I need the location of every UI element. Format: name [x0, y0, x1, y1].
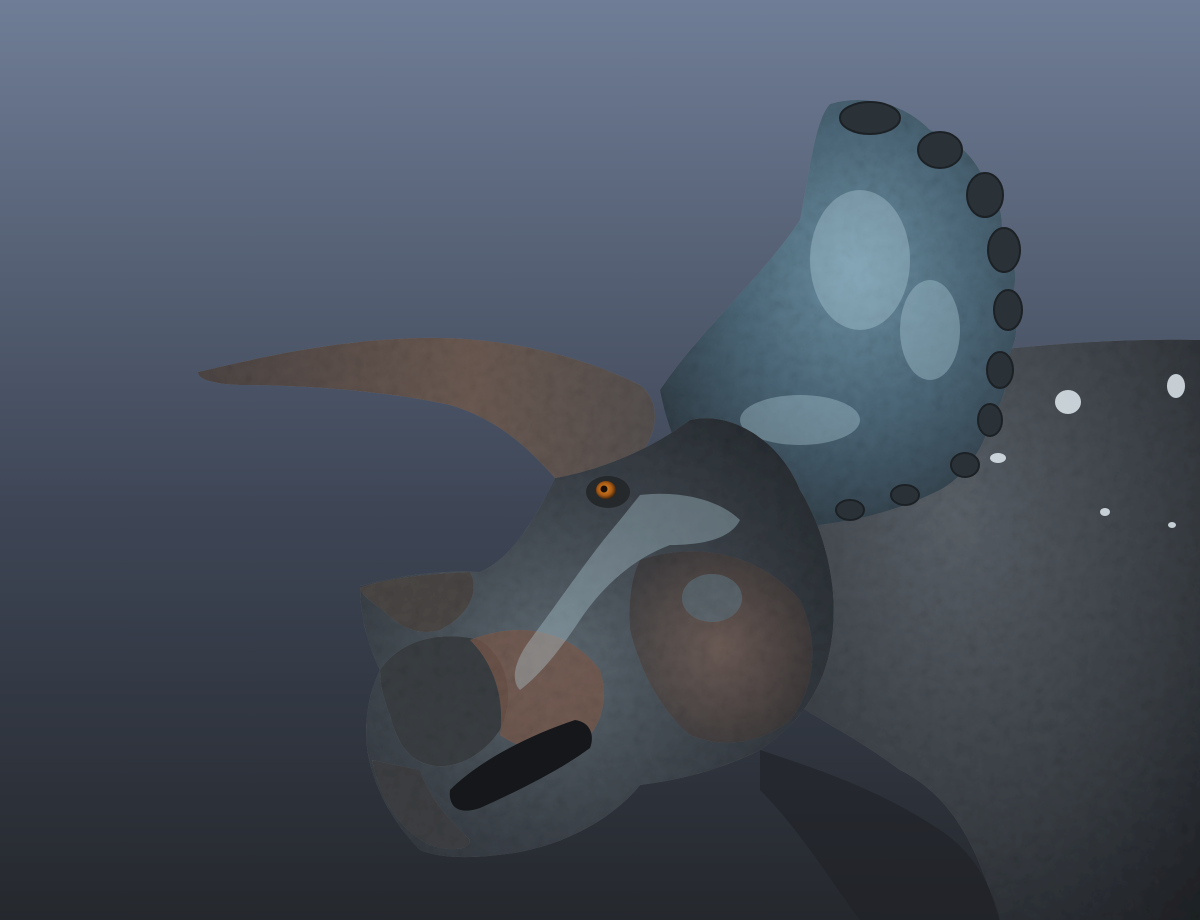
- eye-pupil: [600, 485, 608, 493]
- triceratops-render: [0, 0, 1200, 920]
- render-viewport: [0, 0, 1200, 920]
- cheek-bump: [682, 574, 742, 622]
